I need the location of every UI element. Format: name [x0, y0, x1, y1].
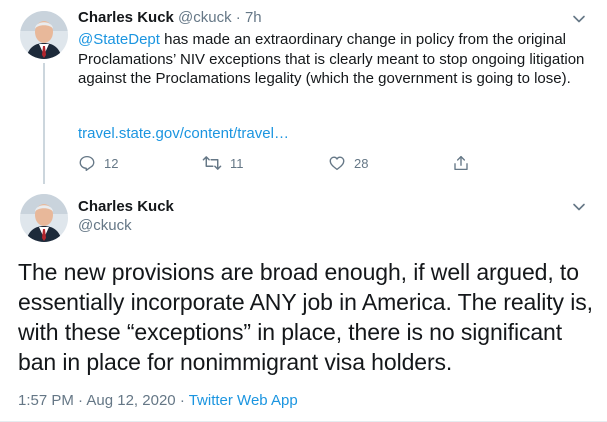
retweet-icon: [202, 156, 222, 170]
tweet-actions: 12 11 28: [78, 153, 478, 173]
heart-icon: [329, 156, 345, 171]
author-handle[interactable]: @ckuck: [178, 9, 232, 26]
reply-button[interactable]: 12: [78, 153, 118, 173]
profile-photo: [20, 11, 68, 59]
author-handle[interactable]: @ckuck: [78, 216, 132, 236]
avatar[interactable]: [20, 11, 68, 59]
share-button[interactable]: [452, 153, 470, 173]
tweet-time[interactable]: 7h: [245, 9, 262, 26]
tweet-text: @StateDept has made an extraordinary cha…: [78, 30, 588, 89]
source-app-link[interactable]: Twitter Web App: [189, 392, 298, 409]
chevron-down-icon[interactable]: [570, 10, 588, 28]
url-line: travel.state.gov/content/travel…: [78, 124, 289, 144]
thread-connector: [43, 63, 45, 184]
author-name[interactable]: Charles Kuck: [78, 197, 174, 217]
tweet-header: Charles Kuck @ckuck · 7h: [78, 8, 262, 28]
reply-icon: [79, 155, 95, 172]
chevron-down-icon[interactable]: [570, 198, 588, 216]
like-button[interactable]: 28: [328, 153, 368, 173]
separator-dot: ·: [179, 392, 185, 409]
author-name[interactable]: Charles Kuck: [78, 9, 174, 26]
url-link[interactable]: travel.state.gov/content/travel…: [78, 125, 289, 142]
tweet-metadata: 1:57 PM · Aug 12, 2020 · Twitter Web App: [18, 391, 298, 411]
like-count: 28: [354, 155, 369, 171]
avatar[interactable]: [20, 194, 68, 242]
tweet-text-large: The new provisions are broad enough, if …: [18, 259, 593, 375]
tweet-date[interactable]: Aug 12, 2020: [86, 392, 175, 409]
mention-link[interactable]: @StateDept: [78, 31, 160, 48]
reply-count: 12: [104, 155, 119, 171]
separator-dot: ·: [235, 9, 241, 26]
tweet-time[interactable]: 1:57 PM: [18, 392, 74, 409]
share-icon: [454, 155, 468, 171]
separator-dot: ·: [78, 392, 84, 409]
profile-photo: [20, 194, 68, 242]
retweet-button[interactable]: 11: [202, 153, 244, 173]
retweet-count: 11: [230, 155, 244, 171]
